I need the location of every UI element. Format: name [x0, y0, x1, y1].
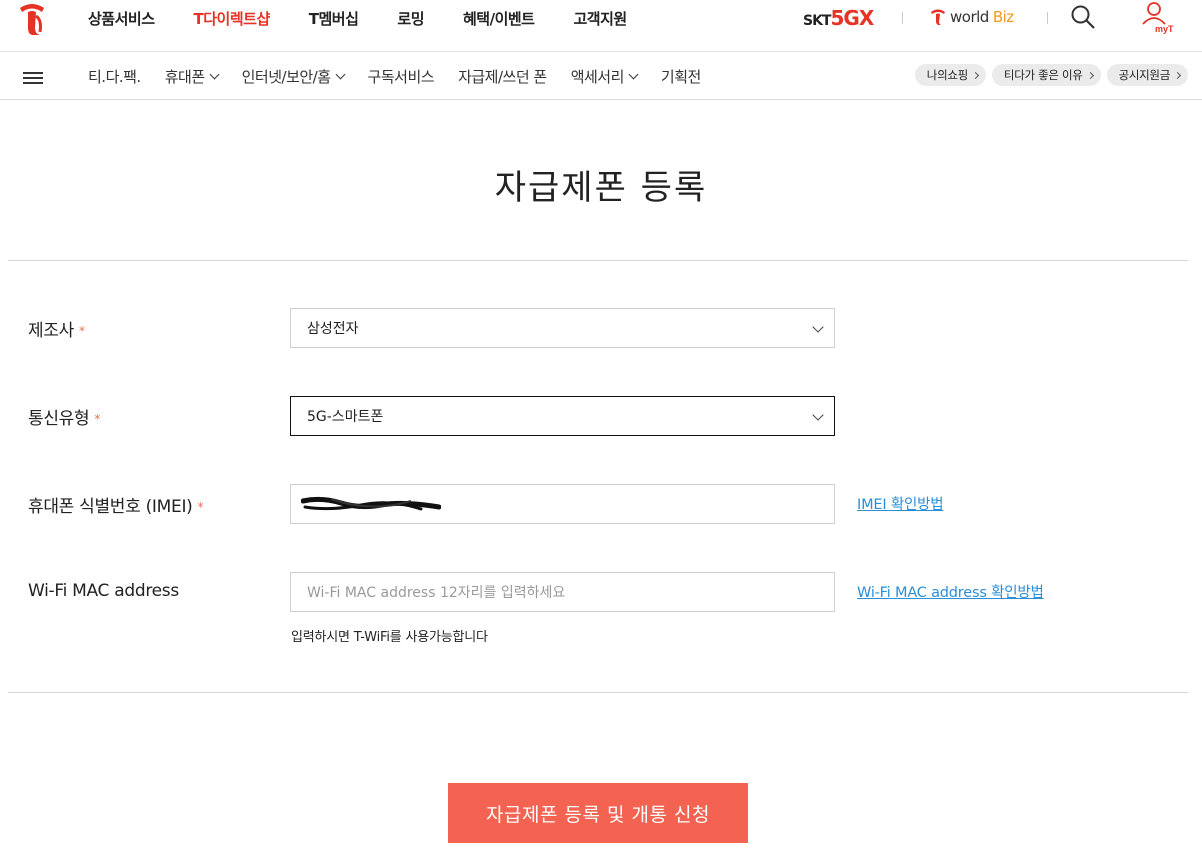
wifi-mac-placeholder: Wi-Fi MAC address 12자리를 입력하세요 [307, 585, 566, 601]
subnav-label: 구독서비스 [367, 68, 435, 86]
chevron-down-icon [209, 69, 220, 79]
network-type-label-text: 통신유형 [28, 409, 90, 429]
required-mark: * [197, 500, 204, 514]
t-logo-icon[interactable] [16, 2, 48, 36]
sub-nav: 티.다.팩. 휴대폰 인터넷/보안/홈 구독서비스 자급제/쓰던 폰 액세서리 … [88, 66, 725, 87]
manufacturer-label-text: 제조사 [28, 321, 75, 341]
quick-links: 나의쇼핑 티다가 좋은 이유 공시지원금 [909, 64, 1188, 86]
chevron-right-icon [971, 71, 979, 79]
top-header: 상품서비스 T다이렉트샵 T멤버십 로밍 혜택/이벤트 고객지원 SKT5GX … [0, 0, 1202, 52]
sub-nav-bar: 티.다.팩. 휴대폰 인터넷/보안/홈 구독서비스 자급제/쓰던 폰 액세서리 … [0, 52, 1202, 100]
imei-label-text: 휴대폰 식별번호 (IMEI) [28, 497, 193, 517]
wifi-mac-label-text: Wi-Fi MAC address [28, 581, 179, 601]
subnav-label: 휴대폰 [164, 68, 205, 86]
header-divider [902, 12, 903, 24]
chevron-right-icon [1173, 71, 1182, 79]
chevron-down-icon [812, 409, 824, 421]
required-mark: * [79, 324, 85, 338]
subnav-label: 액세서리 [570, 68, 625, 86]
divider [8, 692, 1188, 693]
wifi-mac-help-link[interactable]: Wi-Fi MAC address 확인방법 [857, 581, 1044, 602]
page-title: 자급제폰 등록 [494, 168, 708, 208]
subnav-label: 기획전 [660, 68, 701, 86]
manufacturer-select[interactable]: 삼성전자 [290, 308, 835, 348]
nav-product-services[interactable]: 상품서비스 [88, 8, 155, 29]
pill-label: 나의쇼핑 [926, 68, 968, 82]
wifi-mac-input[interactable]: Wi-Fi MAC address 12자리를 입력하세요 [290, 572, 835, 612]
chevron-down-icon [628, 69, 639, 79]
register-and-activate-button[interactable]: 자급제폰 등록 및 개통 신청 [448, 783, 748, 843]
chevron-right-icon [1086, 71, 1094, 79]
t-small-logo-icon [931, 9, 945, 25]
header-divider [1047, 12, 1048, 24]
subnav-unlocked-used-phone[interactable]: 자급제/쓰던 폰 [458, 66, 547, 87]
subnav-label: 인터넷/보안/홈 [241, 68, 331, 86]
search-icon[interactable] [1070, 4, 1096, 30]
imei-label: 휴대폰 식별번호 (IMEI) * [28, 492, 203, 517]
pill-label: 공시지원금 [1118, 68, 1171, 82]
manufacturer-label: 제조사 * [28, 316, 85, 341]
subnav-internet-security-home[interactable]: 인터넷/보안/홈 [241, 66, 345, 87]
nav-benefits-events[interactable]: 혜택/이벤트 [463, 8, 535, 29]
why-tida-button[interactable]: 티다가 좋은 이유 [991, 64, 1101, 86]
subnav-label: 티.다.팩. [88, 68, 141, 86]
subnav-phones[interactable]: 휴대폰 [164, 66, 220, 87]
pill-label: 티다가 좋은 이유 [1003, 68, 1083, 82]
network-type-label: 통신유형 * [28, 404, 100, 429]
network-type-value: 5G-스마트폰 [307, 409, 384, 425]
nav-roaming[interactable]: 로밍 [397, 8, 424, 29]
main-nav: 상품서비스 T다이렉트샵 T멤버십 로밍 혜택/이벤트 고객지원 [88, 8, 666, 29]
subnav-label: 자급제/쓰던 폰 [458, 68, 547, 86]
skt-5gx-logo[interactable]: SKT5GX [803, 6, 874, 30]
wifi-mac-hint: 입력하시면 T-WiFi를 사용가능합니다 [291, 630, 488, 645]
myt-label: myT [1155, 24, 1174, 34]
imei-help-link[interactable]: IMEI 확인방법 [857, 493, 944, 514]
subnav-accessories[interactable]: 액세서리 [570, 66, 639, 87]
redaction-scribble [301, 496, 441, 511]
worldbiz-world-text: world [950, 8, 989, 26]
imei-input[interactable] [290, 484, 835, 524]
required-mark: * [94, 412, 101, 426]
wifi-mac-label: Wi-Fi MAC address [28, 581, 179, 601]
worldbiz-biz-text: Biz [992, 8, 1014, 26]
my-shopping-button[interactable]: 나의쇼핑 [914, 64, 986, 86]
nav-t-direct-shop[interactable]: T다이렉트샵 [194, 8, 271, 29]
chevron-down-icon [335, 69, 345, 79]
nav-customer-support[interactable]: 고객지원 [573, 8, 627, 29]
5gx-text: 5GX [830, 6, 874, 30]
subnav-tidapack[interactable]: 티.다.팩. [88, 66, 141, 87]
menu-icon[interactable] [23, 72, 43, 84]
subnav-subscription[interactable]: 구독서비스 [368, 66, 435, 87]
manufacturer-value: 삼성전자 [307, 321, 359, 337]
subnav-promotions[interactable]: 기획전 [661, 66, 701, 87]
nav-t-membership[interactable]: T멤버십 [309, 8, 359, 29]
chevron-down-icon [812, 321, 824, 333]
worldbiz-logo[interactable]: world Biz [930, 8, 1014, 26]
subsidy-button[interactable]: 공시지원금 [1106, 64, 1188, 86]
divider [8, 260, 1188, 261]
myt-user-icon[interactable]: myT [1138, 0, 1178, 40]
network-type-select[interactable]: 5G-스마트폰 [290, 396, 835, 436]
skt-text: SKT [803, 13, 832, 29]
